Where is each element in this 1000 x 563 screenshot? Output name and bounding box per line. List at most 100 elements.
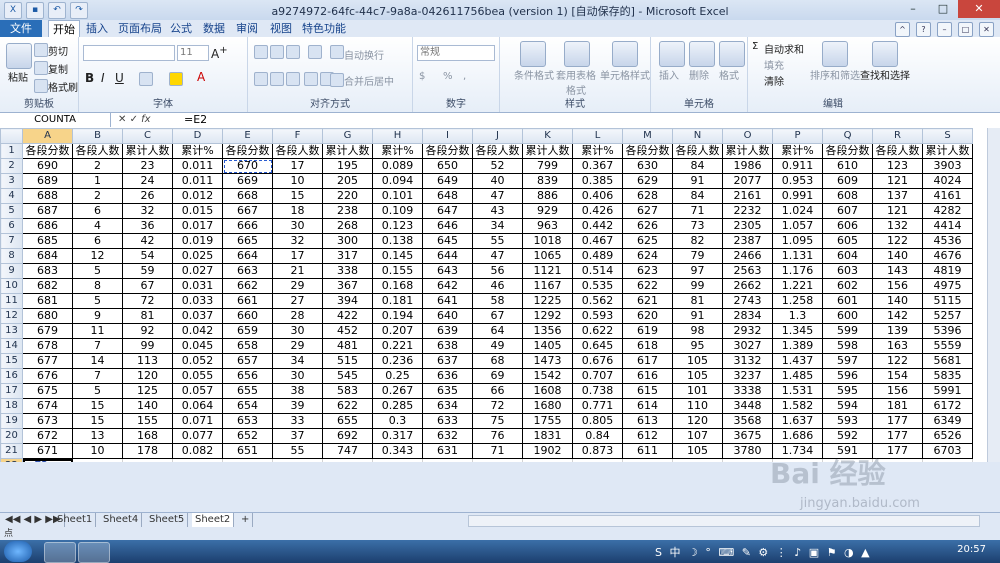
align-center-icon[interactable]	[270, 72, 284, 86]
tab-data[interactable]: 数据	[201, 20, 227, 37]
table-cell[interactable]: 654	[222, 398, 273, 414]
column-header[interactable]: Q	[822, 128, 873, 144]
table-cell[interactable]: 0.873	[572, 443, 623, 459]
table-cell[interactable]: 7	[72, 368, 123, 384]
table-cell[interactable]: 644	[422, 248, 473, 264]
table-cell[interactable]: 4	[72, 218, 123, 234]
table-cell[interactable]: 672	[22, 428, 73, 444]
column-header[interactable]: D	[172, 128, 223, 144]
table-cell[interactable]: 0.442	[572, 218, 623, 234]
paste-button[interactable]: 粘贴	[8, 69, 28, 84]
close-icon[interactable]: ✕	[958, 0, 1000, 18]
table-cell[interactable]: 655	[322, 413, 373, 429]
empty-cell[interactable]	[722, 458, 773, 462]
table-cell[interactable]: 618	[622, 338, 673, 354]
table-cell[interactable]: 39	[272, 398, 323, 414]
table-cell[interactable]: 612	[622, 428, 673, 444]
select-all-corner[interactable]	[0, 128, 23, 144]
column-header[interactable]: P	[772, 128, 823, 144]
table-cell[interactable]: 684	[22, 248, 73, 264]
table-cell[interactable]: 0.467	[572, 233, 623, 249]
table-cell[interactable]: 122	[872, 233, 923, 249]
sheet-tab-active[interactable]: Sheet2	[192, 513, 235, 527]
table-cell[interactable]: 6	[72, 203, 123, 219]
table-cell[interactable]: 799	[522, 158, 573, 174]
table-cell[interactable]: 664	[222, 248, 273, 264]
table-cell[interactable]: 58	[472, 293, 523, 309]
table-cell[interactable]: 5115	[922, 293, 973, 309]
table-cell[interactable]: 52	[472, 158, 523, 174]
table-cell[interactable]: 33	[272, 413, 323, 429]
table-cell[interactable]: 2	[72, 158, 123, 174]
table-cell[interactable]: 661	[222, 293, 273, 309]
empty-cell[interactable]	[272, 458, 323, 462]
table-cell[interactable]: 6526	[922, 428, 973, 444]
table-cell[interactable]: 0.011	[172, 158, 223, 174]
conditional-format-button[interactable]: 条件格式	[514, 67, 554, 82]
row-header[interactable]: 20	[0, 428, 23, 444]
align-bottom-icon[interactable]	[286, 45, 300, 59]
system-tray-icons[interactable]: S 中 ☽ ° ⌨ ✎ ⚙ ⋮ ♪ ▣ ⚑ ◑ ▲	[655, 544, 872, 560]
table-cell[interactable]: 32	[122, 203, 173, 219]
table-cell[interactable]: 113	[122, 353, 173, 369]
table-cell[interactable]: 600	[822, 308, 873, 324]
table-cell[interactable]: 635	[422, 383, 473, 399]
header-cell[interactable]: 各段人数	[872, 143, 923, 159]
table-cell[interactable]: 656	[222, 368, 273, 384]
table-cell[interactable]: 2932	[722, 323, 773, 339]
table-cell[interactable]: 142	[872, 308, 923, 324]
table-cell[interactable]: 177	[872, 413, 923, 429]
table-cell[interactable]: 615	[622, 383, 673, 399]
align-top-icon[interactable]	[254, 45, 268, 59]
table-cell[interactable]: 0.991	[772, 188, 823, 204]
table-cell[interactable]: 1.437	[772, 353, 823, 369]
table-cell[interactable]: 6703	[922, 443, 973, 459]
table-cell[interactable]: 0.207	[372, 323, 423, 339]
table-cell[interactable]: 629	[622, 173, 673, 189]
table-cell[interactable]: 0.168	[372, 278, 423, 294]
row-header[interactable]: 8	[0, 248, 23, 264]
table-cell[interactable]: 120	[122, 368, 173, 384]
table-cell[interactable]: 1.345	[772, 323, 823, 339]
copy-button[interactable]: 复制	[48, 61, 68, 76]
table-cell[interactable]: 1225	[522, 293, 573, 309]
table-cell[interactable]: 680	[22, 308, 73, 324]
table-cell[interactable]: 0.489	[572, 248, 623, 264]
table-cell[interactable]: 649	[422, 173, 473, 189]
table-cell[interactable]: 2743	[722, 293, 773, 309]
table-cell[interactable]: 0.622	[572, 323, 623, 339]
table-cell[interactable]: 663	[222, 263, 273, 279]
tab-formulas[interactable]: 公式	[168, 20, 194, 37]
column-header[interactable]: R	[872, 128, 923, 144]
table-cell[interactable]: 1.531	[772, 383, 823, 399]
enter-icon[interactable]: ✓	[130, 114, 138, 125]
column-header[interactable]: K	[522, 128, 573, 144]
column-header[interactable]: H	[372, 128, 423, 144]
table-cell[interactable]: 613	[622, 413, 673, 429]
table-cell[interactable]: 42	[122, 233, 173, 249]
row-header[interactable]: 11	[0, 293, 23, 309]
table-cell[interactable]: 181	[872, 398, 923, 414]
table-cell[interactable]: 10	[72, 443, 123, 459]
empty-cell[interactable]	[572, 458, 623, 462]
table-cell[interactable]: 686	[22, 218, 73, 234]
table-cell[interactable]: 81	[122, 308, 173, 324]
insert-function-icon[interactable]: fx	[141, 114, 150, 125]
table-cell[interactable]: 681	[22, 293, 73, 309]
table-cell[interactable]: 653	[222, 413, 273, 429]
table-cell[interactable]: 4414	[922, 218, 973, 234]
table-cell[interactable]: 5559	[922, 338, 973, 354]
table-cell[interactable]: 637	[422, 353, 473, 369]
table-cell[interactable]: 607	[822, 203, 873, 219]
table-cell[interactable]: 642	[422, 278, 473, 294]
table-cell[interactable]: 30	[272, 218, 323, 234]
table-cell[interactable]: 929	[522, 203, 573, 219]
table-cell[interactable]: 1680	[522, 398, 573, 414]
comma-icon[interactable]: ,	[463, 71, 466, 82]
header-cell[interactable]: 各段人数	[472, 143, 523, 159]
table-cell[interactable]: 43	[472, 203, 523, 219]
table-cell[interactable]: 679	[22, 323, 73, 339]
table-cell[interactable]: 3448	[722, 398, 773, 414]
table-cell[interactable]: 614	[622, 398, 673, 414]
insert-cells-button[interactable]: 插入	[659, 67, 679, 82]
